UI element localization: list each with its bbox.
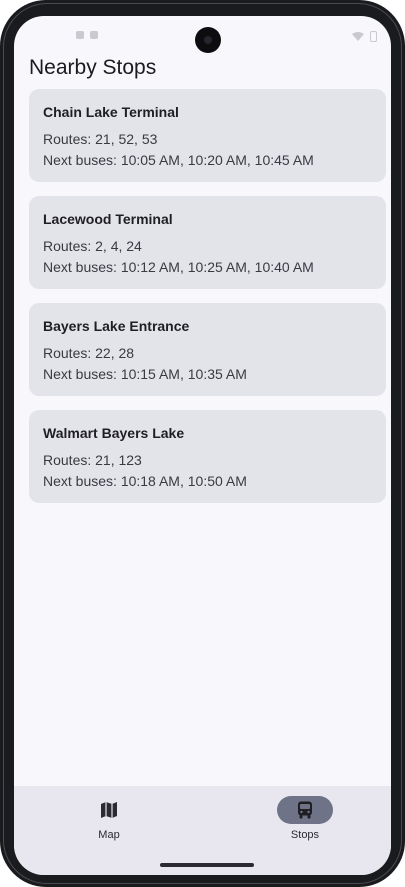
nav-icon-container	[81, 796, 137, 824]
notification-icon	[90, 31, 98, 39]
notification-icons	[76, 31, 98, 39]
stop-next-buses: Next buses: 10:18 AM, 10:50 AM	[43, 473, 247, 489]
stop-routes: Routes: 21, 123	[43, 452, 142, 468]
stop-next-buses: Next buses: 10:15 AM, 10:35 AM	[43, 366, 247, 382]
stop-card[interactable]: Lacewood Terminal Routes: 2, 4, 24 Next …	[29, 196, 386, 289]
stop-next-buses: Next buses: 10:12 AM, 10:25 AM, 10:40 AM	[43, 259, 314, 275]
nav-item-stops[interactable]: Stops	[265, 796, 345, 841]
nav-label-map: Map	[98, 829, 120, 841]
stop-routes: Routes: 2, 4, 24	[43, 238, 142, 254]
stop-name: Lacewood Terminal	[43, 211, 173, 227]
stops-list: Chain Lake Terminal Routes: 21, 52, 53 N…	[29, 89, 386, 517]
nav-item-map[interactable]: Map	[69, 796, 149, 841]
stop-name: Bayers Lake Entrance	[43, 318, 190, 334]
phone-frame: Nearby Stops Chain Lake Terminal Routes:…	[0, 0, 405, 887]
stop-card[interactable]: Walmart Bayers Lake Routes: 21, 123 Next…	[29, 410, 386, 503]
bus-icon	[298, 801, 312, 819]
stop-routes: Routes: 21, 52, 53	[43, 131, 158, 147]
home-indicator[interactable]	[160, 863, 254, 867]
nav-label-stops: Stops	[290, 829, 320, 841]
status-icons	[352, 31, 377, 42]
nav-icon-container-active	[277, 796, 333, 824]
app-screen: Nearby Stops Chain Lake Terminal Routes:…	[14, 16, 391, 875]
bottom-navigation: Map Stops	[14, 786, 391, 875]
map-icon	[101, 802, 117, 818]
stop-routes: Routes: 22, 28	[43, 345, 135, 361]
stop-next-buses: Next buses: 10:05 AM, 10:20 AM, 10:45 AM	[43, 152, 314, 168]
stop-name: Chain Lake Terminal	[43, 104, 179, 120]
stop-card[interactable]: Chain Lake Terminal Routes: 21, 52, 53 N…	[29, 89, 386, 182]
front-camera	[195, 27, 221, 53]
stop-card[interactable]: Bayers Lake Entrance Routes: 22, 28 Next…	[29, 303, 386, 396]
wifi-icon	[352, 32, 364, 41]
notification-icon	[76, 31, 84, 39]
stop-name: Walmart Bayers Lake	[43, 425, 185, 441]
page-title: Nearby Stops	[29, 56, 157, 79]
battery-icon	[370, 31, 377, 42]
